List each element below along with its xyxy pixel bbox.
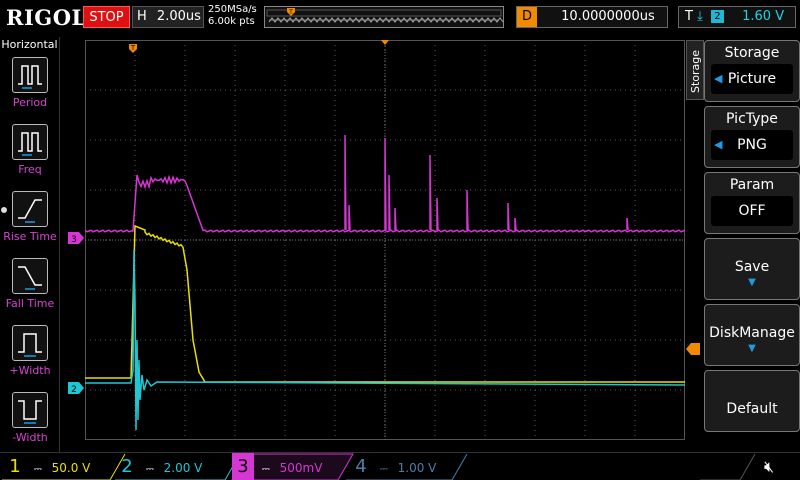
measure-label: Fall Time xyxy=(5,297,55,310)
svg-text:T: T xyxy=(288,9,293,16)
fall-time-icon xyxy=(12,258,48,294)
menu-title: Default xyxy=(726,401,778,417)
channel-scale: 1.00 V xyxy=(397,461,437,475)
rise-time-icon xyxy=(12,191,48,227)
delay-label: D xyxy=(517,7,537,27)
measure-frequency[interactable]: Freq xyxy=(0,124,60,176)
timebase-value: 2.00us xyxy=(156,9,201,24)
waveform-display[interactable]: T xyxy=(85,40,685,440)
dc-coupling-icon: ⎓ xyxy=(33,464,42,475)
measure-label: -Width xyxy=(12,431,48,444)
trigger-label: T xyxy=(685,9,693,24)
left-arrow-icon: ◀ xyxy=(714,72,723,85)
delay-display[interactable]: D 10.0000000us xyxy=(516,6,668,28)
measure-label: Freq xyxy=(18,163,42,176)
channel-number: 3 xyxy=(232,453,254,480)
menu-tab: Storage xyxy=(686,40,704,100)
rising-edge-icon: ⤓ xyxy=(697,9,703,24)
measure-period[interactable]: Period xyxy=(0,57,60,109)
memory-overview-wave: T xyxy=(266,8,503,23)
dc-coupling-icon: ⎓ xyxy=(261,464,270,475)
channel-number: 4 xyxy=(355,456,367,477)
channel-scale: 50.0 V xyxy=(51,461,91,475)
center-time-marker xyxy=(381,40,389,45)
menu-title: DiskManage xyxy=(709,325,795,341)
panel-title: Horizontal xyxy=(1,38,58,51)
trigger-time-marker[interactable]: T xyxy=(129,44,137,53)
channel-1-status[interactable]: 1 ⎓ 50.0 V xyxy=(4,453,90,480)
channel-2-status[interactable]: 2 ⎓ 2.00 V xyxy=(116,453,202,480)
menu-title: Save xyxy=(734,259,770,275)
channel-4-status[interactable]: 4 ⎓ 1.00 V xyxy=(350,453,436,480)
trigger-source: 2 xyxy=(710,10,724,23)
channel-scale: 2.00 V xyxy=(163,461,203,475)
menu-title: Storage xyxy=(724,45,780,61)
measure-rise-time[interactable]: Rise Time xyxy=(0,191,60,243)
storage-type-menu[interactable]: Storage ◀ Picture xyxy=(704,40,800,102)
channel-number: 1 xyxy=(9,456,21,477)
measure-label: Rise Time xyxy=(3,230,57,243)
measure-negative-width[interactable]: -Width xyxy=(0,392,60,444)
svg-text:3: 3 xyxy=(71,235,77,244)
param-menu[interactable]: Param OFF xyxy=(704,172,800,234)
channel-bar: 1 ⎓ 50.0 V 2 ⎓ 2.00 V 3 ⎓ 500mV 4 ⎓ 1.00… xyxy=(0,452,800,480)
trigger-display[interactable]: T ⤓ 2 1.60 V xyxy=(678,6,796,28)
period-icon xyxy=(12,57,48,93)
positive-width-icon xyxy=(12,325,48,361)
measure-label: Period xyxy=(12,96,48,109)
speaker-muted-icon[interactable]: 🔇︎ xyxy=(764,457,774,477)
channel-number: 2 xyxy=(121,456,133,477)
top-status-bar: RIGOL STOP H 2.00us 250MSa/s 6.00k pts T… xyxy=(0,0,800,37)
chevron-down-icon: ▼ xyxy=(748,343,756,354)
negative-width-icon xyxy=(12,392,48,428)
menu-value: ◀ Picture xyxy=(711,64,793,94)
memory-depth: 6.00k pts xyxy=(208,16,255,27)
channel-scale: 500mV xyxy=(279,461,323,475)
timebase-label: H xyxy=(137,9,147,24)
save-button[interactable]: Save ▼ xyxy=(704,238,800,300)
measure-positive-width[interactable]: +Width xyxy=(0,325,60,377)
sample-rate: 250MSa/s xyxy=(208,4,257,15)
measure-fall-time[interactable]: Fall Time xyxy=(0,258,60,310)
chevron-down-icon: ▼ xyxy=(748,277,756,288)
pictype-menu[interactable]: PicType ◀ PNG xyxy=(704,106,800,168)
measure-label: +Width xyxy=(9,364,51,377)
dc-coupling-icon: ⎓ xyxy=(145,464,154,475)
graticule xyxy=(85,40,685,440)
ch2-offset-marker[interactable]: 2 xyxy=(68,382,85,394)
delay-value: 10.0000000us xyxy=(561,9,655,24)
channel-3-status[interactable]: 3 ⎓ 500mV xyxy=(232,453,322,480)
default-button[interactable]: Default xyxy=(704,370,800,432)
menu-value: OFF xyxy=(711,196,793,226)
measure-panel: Horizontal Period Freq Rise Time Fall Ti… xyxy=(0,37,60,452)
ch3-offset-marker[interactable]: 3 xyxy=(68,232,85,244)
left-scroll-dot xyxy=(1,207,7,213)
menu-title: PicType xyxy=(726,111,778,127)
svg-text:T: T xyxy=(130,44,136,52)
frequency-icon xyxy=(12,124,48,160)
acquisition-info: 250MSa/s 6.00k pts xyxy=(208,4,257,28)
menu-value: ◀ PNG xyxy=(711,130,793,160)
menu-title: Param xyxy=(729,177,775,193)
svg-text:2: 2 xyxy=(71,385,77,394)
memory-overview-strip[interactable]: T xyxy=(264,6,504,28)
disk-manage-button[interactable]: DiskManage ▼ xyxy=(704,304,800,366)
trigger-level: 1.60 V xyxy=(742,9,785,24)
run-stop-indicator[interactable]: STOP xyxy=(83,6,130,28)
brand-logo: RIGOL xyxy=(6,5,87,30)
timebase-display[interactable]: H 2.00us xyxy=(132,6,204,28)
left-arrow-icon: ◀ xyxy=(714,138,723,151)
ch3-waveform xyxy=(85,134,685,233)
dc-coupling-icon: ⎓ xyxy=(379,464,388,475)
storage-menu-panel: Storage Storage ◀ Picture PicType ◀ PNG Pa… xyxy=(686,40,800,452)
